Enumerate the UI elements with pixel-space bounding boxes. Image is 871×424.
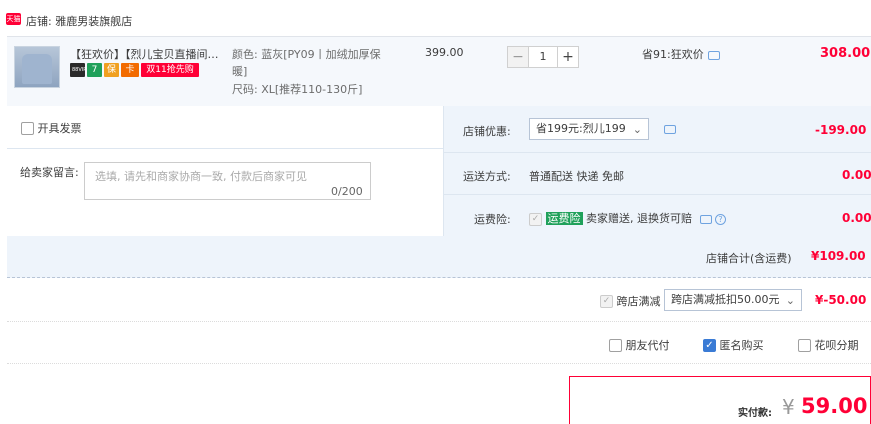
divider xyxy=(7,321,871,322)
invoice-option[interactable]: 开具发票 xyxy=(21,120,82,136)
memo-placeholder: 选填, 请先和商家协商一致, 付款后商家可见 xyxy=(95,170,307,183)
cross-store-option: ✓ 跨店满减 xyxy=(600,293,661,309)
increase-button[interactable]: + xyxy=(557,46,579,68)
cross-store-amount: ¥-50.00 xyxy=(815,293,867,307)
saving-text: 省91:狂欢价 xyxy=(642,48,704,61)
spec-color-cont: 暖] xyxy=(232,65,248,78)
pay-amount: 59.00 xyxy=(801,394,868,418)
invoice-checkbox[interactable] xyxy=(21,121,34,135)
chat-icon[interactable] xyxy=(707,50,720,60)
shop-total-amount: ¥109.00 xyxy=(811,249,866,263)
product-title[interactable]: 【狂欢价】【烈儿宝贝直播间】... xyxy=(70,46,228,62)
quantity-input[interactable]: 1 xyxy=(529,46,557,68)
divider xyxy=(7,363,871,364)
chevron-down-icon: ⌄ xyxy=(785,294,795,307)
sweater-image-icon xyxy=(22,54,52,84)
insurance-tag: 运费险 xyxy=(545,212,583,225)
divider xyxy=(7,148,443,149)
insurance-option: ✓ 运费险 卖家赠送, 退换货可赔 ? xyxy=(529,210,726,226)
friend-pay-checkbox[interactable] xyxy=(609,338,622,352)
pay-label: 实付款: xyxy=(738,408,772,419)
anonymous-label: 匿名购买 xyxy=(719,339,764,352)
tmall-logo-icon: 天猫 xyxy=(6,13,21,25)
store-name[interactable]: 店铺: 雅鹿男装旗舰店 xyxy=(26,13,132,29)
insurance-label: 运费险: xyxy=(474,213,511,226)
vip-badge: 88VIP xyxy=(70,63,86,77)
shop-discount-amount: -199.00 xyxy=(815,123,867,137)
insurance-checkbox: ✓ xyxy=(529,212,542,226)
unit-price: 399.00 xyxy=(425,46,464,59)
insurance-chat-icon[interactable] xyxy=(699,214,712,224)
insurance-text: 卖家赠送, 退换货可赔 xyxy=(586,212,692,225)
shipping-amount: 0.00 xyxy=(842,168,871,182)
seven-day-return-badge: 7 xyxy=(87,63,102,77)
anonymous-checkbox[interactable]: ✓ xyxy=(703,338,716,352)
cross-store-label: 跨店满减 xyxy=(616,295,661,308)
huabei-checkbox[interactable] xyxy=(798,338,811,352)
memo-label: 给卖家留言: xyxy=(20,166,79,179)
friend-pay-option[interactable]: 朋友代付 xyxy=(609,337,670,353)
cross-store-value: 跨店满减抵扣50.00元 xyxy=(671,293,780,306)
invoice-label: 开具发票 xyxy=(37,122,82,135)
help-icon[interactable]: ? xyxy=(715,213,726,225)
shipping-value: 普通配送 快递 免邮 xyxy=(529,170,624,183)
shop-discount-label: 店铺优惠: xyxy=(463,125,511,138)
item-subtotal: 308.00 xyxy=(820,46,871,61)
cross-store-checkbox: ✓ xyxy=(600,294,613,308)
shop-discount-select[interactable]: 省199元:烈儿199 ⌄ xyxy=(529,118,649,140)
friend-pay-label: 朋友代付 xyxy=(625,339,670,352)
huabei-label: 花呗分期 xyxy=(814,339,859,352)
shipping-label: 运送方式: xyxy=(463,170,511,183)
double11-badge: 双11抢先购 xyxy=(141,63,199,77)
anonymous-option[interactable]: ✓ 匿名购买 xyxy=(703,337,764,353)
memo-char-count: 0/200 xyxy=(331,185,363,198)
huabei-option[interactable]: 花呗分期 xyxy=(798,337,859,353)
card-badge: 卡 xyxy=(121,63,139,77)
shop-total-label: 店铺合计(含运费) xyxy=(706,252,792,265)
chevron-down-icon: ⌄ xyxy=(632,123,642,136)
saving-info: 省91:狂欢价 xyxy=(642,46,720,62)
quantity-stepper: − 1 + xyxy=(507,46,579,68)
insurance-amount: 0.00 xyxy=(842,211,871,225)
product-badges: 88VIP 7 保 卡 双11抢先购 xyxy=(70,63,199,77)
guarantee-badge: 保 xyxy=(104,63,119,77)
cross-store-select[interactable]: 跨店满减抵扣50.00元 ⌄ xyxy=(664,289,802,311)
decrease-button[interactable]: − xyxy=(507,46,529,68)
shop-discount-value: 省199元:烈儿199 xyxy=(536,122,626,135)
divider xyxy=(443,152,871,153)
info-chat-icon[interactable] xyxy=(664,125,676,134)
pay-currency: ¥ xyxy=(782,395,795,419)
divider xyxy=(443,194,871,195)
spec-size: 尺码: XL[推荐110-130斤] xyxy=(232,83,363,96)
spec-color: 颜色: 蓝灰[PY09丨加绒加厚保 xyxy=(232,48,381,61)
